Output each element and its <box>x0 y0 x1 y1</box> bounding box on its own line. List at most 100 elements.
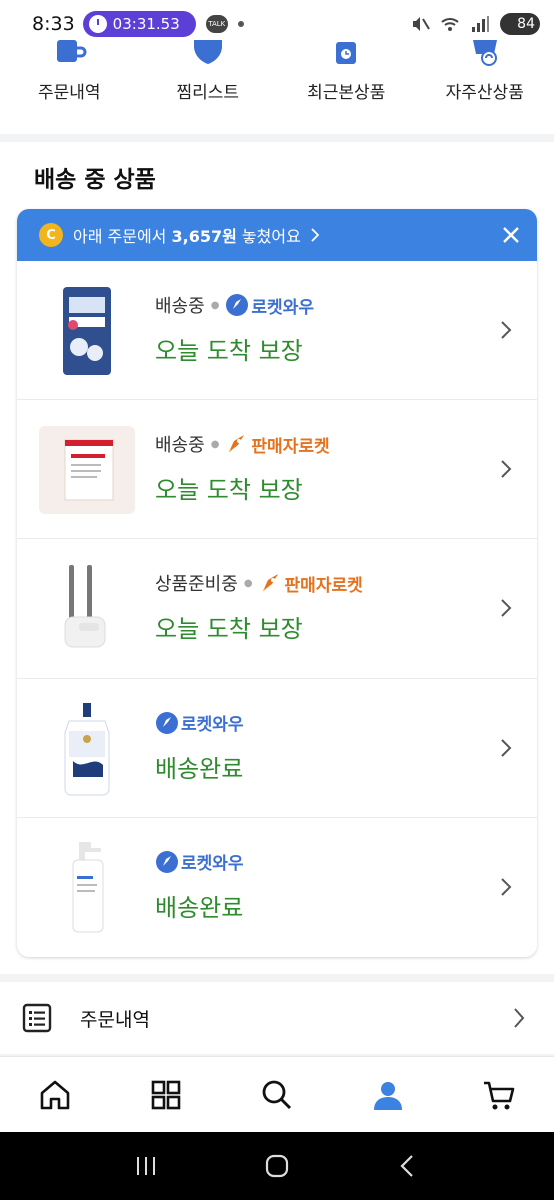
quick-label: 최근본상품 <box>307 83 386 103</box>
rocket-wow-icon <box>156 711 178 734</box>
rocket-seller-icon <box>262 574 278 592</box>
talk-notification-icon: TALK <box>205 15 228 33</box>
item-delivery-status: 배송완료 <box>155 754 244 783</box>
timer-pill[interactable]: 03:31.53 <box>82 11 196 37</box>
item-status-row: 배송중 ● 로켓와우 <box>155 291 314 319</box>
delivery-badge: 로켓와우 <box>251 297 314 318</box>
product-image-lotion-pump-bottle <box>72 841 104 933</box>
home-button-icon[interactable] <box>264 1153 290 1179</box>
close-icon[interactable] <box>499 223 523 247</box>
order-history-link[interactable]: 주문내역 <box>0 982 554 1054</box>
search-icon <box>262 1080 292 1109</box>
item-text: 상품준비중 ● 판매자로켓 오늘 도착 보장 <box>155 569 363 644</box>
nav-search[interactable] <box>222 1078 333 1112</box>
product-image-supplement-box <box>39 426 135 515</box>
home-icon <box>41 1080 70 1109</box>
quick-label: 찜리스트 <box>176 83 240 103</box>
quick-menu: 주문내역 찜리스트 최근본상품 자주산상품 <box>0 40 554 134</box>
delivery-badge: 판매자로켓 <box>251 436 330 457</box>
chevron-right-icon <box>501 321 512 339</box>
wifi-icon <box>441 18 459 31</box>
notification-dot-icon <box>237 21 244 27</box>
chevron-right-icon <box>311 228 320 242</box>
list-icon <box>22 1003 52 1033</box>
item-status-row: 로켓와우 <box>155 709 244 737</box>
dot-separator: ● <box>210 438 220 450</box>
chevron-right-icon <box>514 1008 525 1028</box>
cart-icon <box>483 1081 514 1109</box>
shipping-item[interactable]: 로켓와우 배송완료 <box>17 679 537 818</box>
bottom-nav <box>0 1056 554 1132</box>
item-status-row: 상품준비중 ● 판매자로켓 <box>155 569 363 597</box>
signal-icon <box>472 16 489 32</box>
item-text: 로켓와우 배송완료 <box>155 709 244 784</box>
shipping-item[interactable]: 상품준비중 ● 판매자로켓 오늘 도착 보장 <box>17 539 537 679</box>
shipping-item[interactable]: 배송중 ● 로켓와우 오늘 도착 보장 <box>17 261 537 401</box>
item-text: 배송중 ● 로켓와우 오늘 도착 보장 <box>155 291 314 366</box>
mute-icon <box>413 17 430 31</box>
shipping-card: C 아래 주문에서 3,657원 놓쳤어요 배송중 ● 로켓와우 오늘 도착 보… <box>17 209 537 957</box>
nav-home[interactable] <box>0 1078 111 1112</box>
item-status-row: 로켓와우 <box>155 848 244 876</box>
banner-suffix: 놓쳤어요 <box>236 227 301 246</box>
receipt-cup-icon <box>57 40 87 62</box>
item-delivery-status: 오늘 도착 보장 <box>155 476 303 505</box>
item-delivery-status: 오늘 도착 보장 <box>155 337 303 365</box>
timer-value: 03:31.53 <box>112 15 180 33</box>
repeat-cart-icon <box>472 40 497 66</box>
item-text: 배송중 ● 판매자로켓 오늘 도착 보장 <box>155 430 330 505</box>
item-status: 상품준비중 <box>155 574 238 596</box>
status-right: 84 <box>410 13 540 35</box>
stopwatch-icon <box>88 15 107 33</box>
heart-icon <box>193 40 222 64</box>
product-image-laundry-detergent <box>63 287 111 375</box>
coin-icon: C <box>39 223 63 247</box>
quick-frequent-products[interactable]: 자주산상품 <box>416 40 554 134</box>
item-delivery-status: 배송완료 <box>155 893 244 922</box>
delivery-badge: 판매자로켓 <box>284 575 363 596</box>
battery-icon: 84 <box>500 13 540 35</box>
delivery-badge: 로켓와우 <box>181 715 244 736</box>
product-image-toilet-brush <box>64 565 106 648</box>
status-time: 8:33 <box>32 13 75 35</box>
banner-text: 아래 주문에서 3,657원 놓쳤어요 <box>73 223 301 247</box>
chevron-right-icon <box>501 878 512 896</box>
order-history-label: 주문내역 <box>80 1008 150 1031</box>
nav-cart[interactable] <box>443 1078 554 1112</box>
section-title: 배송 중 상품 <box>34 167 156 193</box>
category-grid-icon <box>151 1080 181 1109</box>
system-nav-bar <box>0 1132 554 1200</box>
quick-recent-products[interactable]: 최근본상품 <box>277 42 416 134</box>
rocket-seller-icon <box>229 435 245 453</box>
chevron-right-icon <box>501 460 512 478</box>
rocket-wow-icon <box>156 850 178 873</box>
item-text: 로켓와우 배송완료 <box>155 848 244 923</box>
missed-savings-banner[interactable]: C 아래 주문에서 3,657원 놓쳤어요 <box>17 209 537 261</box>
banner-amount: 3,657원 <box>171 227 237 246</box>
back-icon[interactable] <box>395 1153 421 1179</box>
nav-my-account[interactable] <box>332 1078 443 1112</box>
recent-apps-icon[interactable] <box>133 1153 159 1179</box>
shipping-section: 배송 중 상품 C 아래 주문에서 3,657원 놓쳤어요 배송중 ● 로켓와우… <box>0 142 554 974</box>
chevron-right-icon <box>501 599 512 618</box>
quick-label: 자주산상품 <box>445 83 524 103</box>
item-status: 배송중 <box>155 435 205 457</box>
nav-category[interactable] <box>111 1078 222 1112</box>
quick-label: 주문내역 <box>37 83 101 103</box>
item-status-row: 배송중 ● 판매자로켓 <box>155 430 330 458</box>
item-delivery-status: 오늘 도착 보장 <box>155 615 303 644</box>
clock-bag-icon <box>336 42 357 64</box>
my-account-icon <box>373 1081 402 1110</box>
coupang-my-page: 8:33 03:31.53 TALK 84 주문내역 찜리스트 최근본상품 자주… <box>0 0 554 1200</box>
banner-prefix: 아래 주문에서 <box>73 227 172 246</box>
dot-separator: ● <box>210 299 220 311</box>
quick-order-history[interactable]: 주문내역 <box>0 40 139 134</box>
shipping-item[interactable]: 로켓와우 배송완료 <box>17 818 537 957</box>
product-image-dove-body-wash <box>64 702 110 796</box>
shipping-item[interactable]: 배송중 ● 판매자로켓 오늘 도착 보장 <box>17 400 537 540</box>
rocket-wow-icon <box>226 294 249 316</box>
chevron-right-icon <box>501 738 512 757</box>
quick-wishlist[interactable]: 찜리스트 <box>139 40 278 134</box>
delivery-badge: 로켓와우 <box>181 854 244 875</box>
item-status: 배송중 <box>155 296 205 317</box>
